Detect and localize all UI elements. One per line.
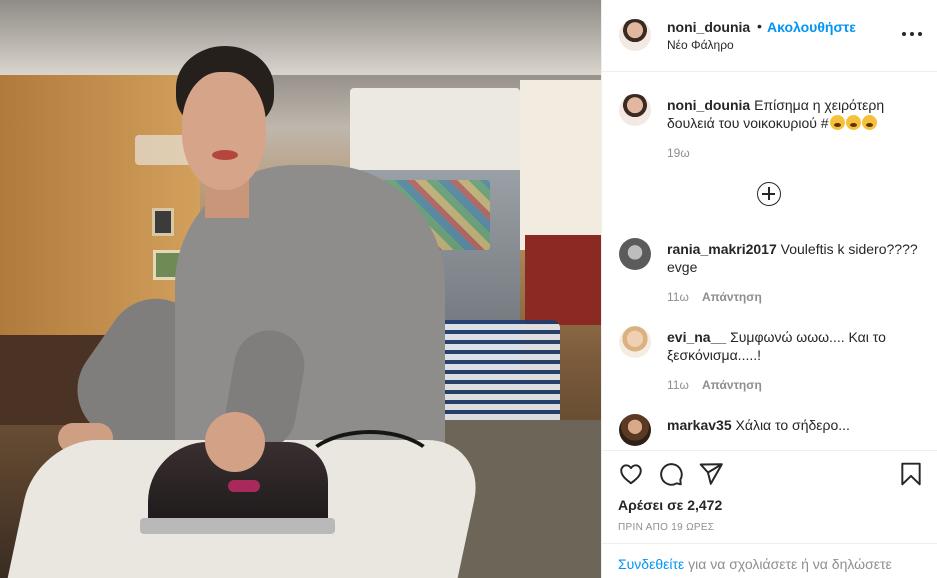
comment-username[interactable]: markav35 <box>667 417 732 433</box>
avatar[interactable] <box>619 414 651 446</box>
more-options-icon[interactable] <box>902 26 922 42</box>
login-prompt-text: για να σχολιάσετε ή να δηλώσετε <box>684 556 892 572</box>
post-header: noni_dounia • Ακολουθήστε Νέο Φάληρο <box>602 0 937 72</box>
photo-iron-soleplate <box>140 518 335 534</box>
comment-time[interactable]: 11ω <box>667 378 689 392</box>
comment-text-block: markav35 Χάλια το σήδερο... <box>667 416 922 434</box>
likes-count[interactable]: Αρέσει σε 2,472 <box>618 497 722 513</box>
likes-prefix: Αρέσει σε <box>618 497 684 513</box>
photo-frame <box>152 208 174 236</box>
photo-window <box>520 80 601 250</box>
post-side-panel: noni_dounia • Ακολουθήστε Νέο Φάληρο non… <box>601 0 937 578</box>
avatar[interactable] <box>619 326 651 358</box>
post-photo[interactable] <box>0 0 601 578</box>
plus-circle-icon[interactable] <box>757 182 781 206</box>
photo-hand <box>205 412 265 472</box>
flushed-face-emoji-icon <box>845 115 861 130</box>
comment-time[interactable]: 11ω <box>667 290 689 304</box>
owner-username[interactable]: noni_dounia <box>667 19 750 35</box>
post-timestamp[interactable]: ΠΡΙΝ ΑΠΟ 19 ΩΡΕΣ <box>618 522 714 533</box>
photo-lips <box>212 150 238 160</box>
flushed-face-emoji-icon <box>829 115 845 130</box>
login-link[interactable]: Συνδεθείτε <box>618 556 684 572</box>
comments-list[interactable]: noni_dounia Επίσημα η χειρότερη δουλειά … <box>602 72 937 450</box>
comment-text-block: evi_na__ Συμφωνώ ωωω.... Και το ξεσκόνισ… <box>667 328 922 364</box>
photo-ceiling <box>0 0 601 75</box>
caption-text-block: noni_dounia Επίσημα η χειρότερη δουλειά … <box>667 96 922 132</box>
comment-username[interactable]: rania_makri2017 <box>667 241 777 257</box>
avatar[interactable] <box>619 94 651 126</box>
separator-dot: • <box>757 18 762 34</box>
avatar[interactable] <box>619 238 651 270</box>
paper-plane-icon[interactable] <box>698 461 724 487</box>
photo-cabinet <box>350 88 520 173</box>
flushed-face-emoji-icon <box>861 115 877 130</box>
comment-text-block: rania_makri2017 Vouleftis k sidero???? e… <box>667 240 922 276</box>
photo-shelf <box>525 235 601 325</box>
caption-time[interactable]: 19ω <box>667 146 690 160</box>
follow-button[interactable]: Ακολουθήστε <box>767 19 856 35</box>
post-actions: Αρέσει σε 2,472 ΠΡΙΝ ΑΠΟ 19 ΩΡΕΣ <box>602 450 937 543</box>
reply-button[interactable]: Απάντηση <box>702 378 762 392</box>
heart-icon[interactable] <box>618 461 644 487</box>
location-link[interactable]: Νέο Φάληρο <box>667 38 734 52</box>
login-prompt-text-block: Συνδεθείτε για να σχολιάσετε ή να δηλώσε… <box>618 556 892 572</box>
photo-iron-accent <box>228 480 260 492</box>
likes-number: 2,472 <box>687 497 723 513</box>
photo-iron-cord <box>300 430 440 510</box>
caption-username[interactable]: noni_dounia <box>667 97 750 113</box>
login-prompt: Συνδεθείτε για να σχολιάσετε ή να δηλώσε… <box>602 543 937 578</box>
comment-username[interactable]: evi_na__ <box>667 329 726 345</box>
avatar[interactable] <box>619 19 651 51</box>
photo-face <box>182 72 266 190</box>
comment-icon[interactable] <box>658 461 684 487</box>
reply-button[interactable]: Απάντηση <box>702 290 762 304</box>
bookmark-icon[interactable] <box>898 461 924 487</box>
comment-text: Χάλια το σήδερο... <box>735 417 850 433</box>
